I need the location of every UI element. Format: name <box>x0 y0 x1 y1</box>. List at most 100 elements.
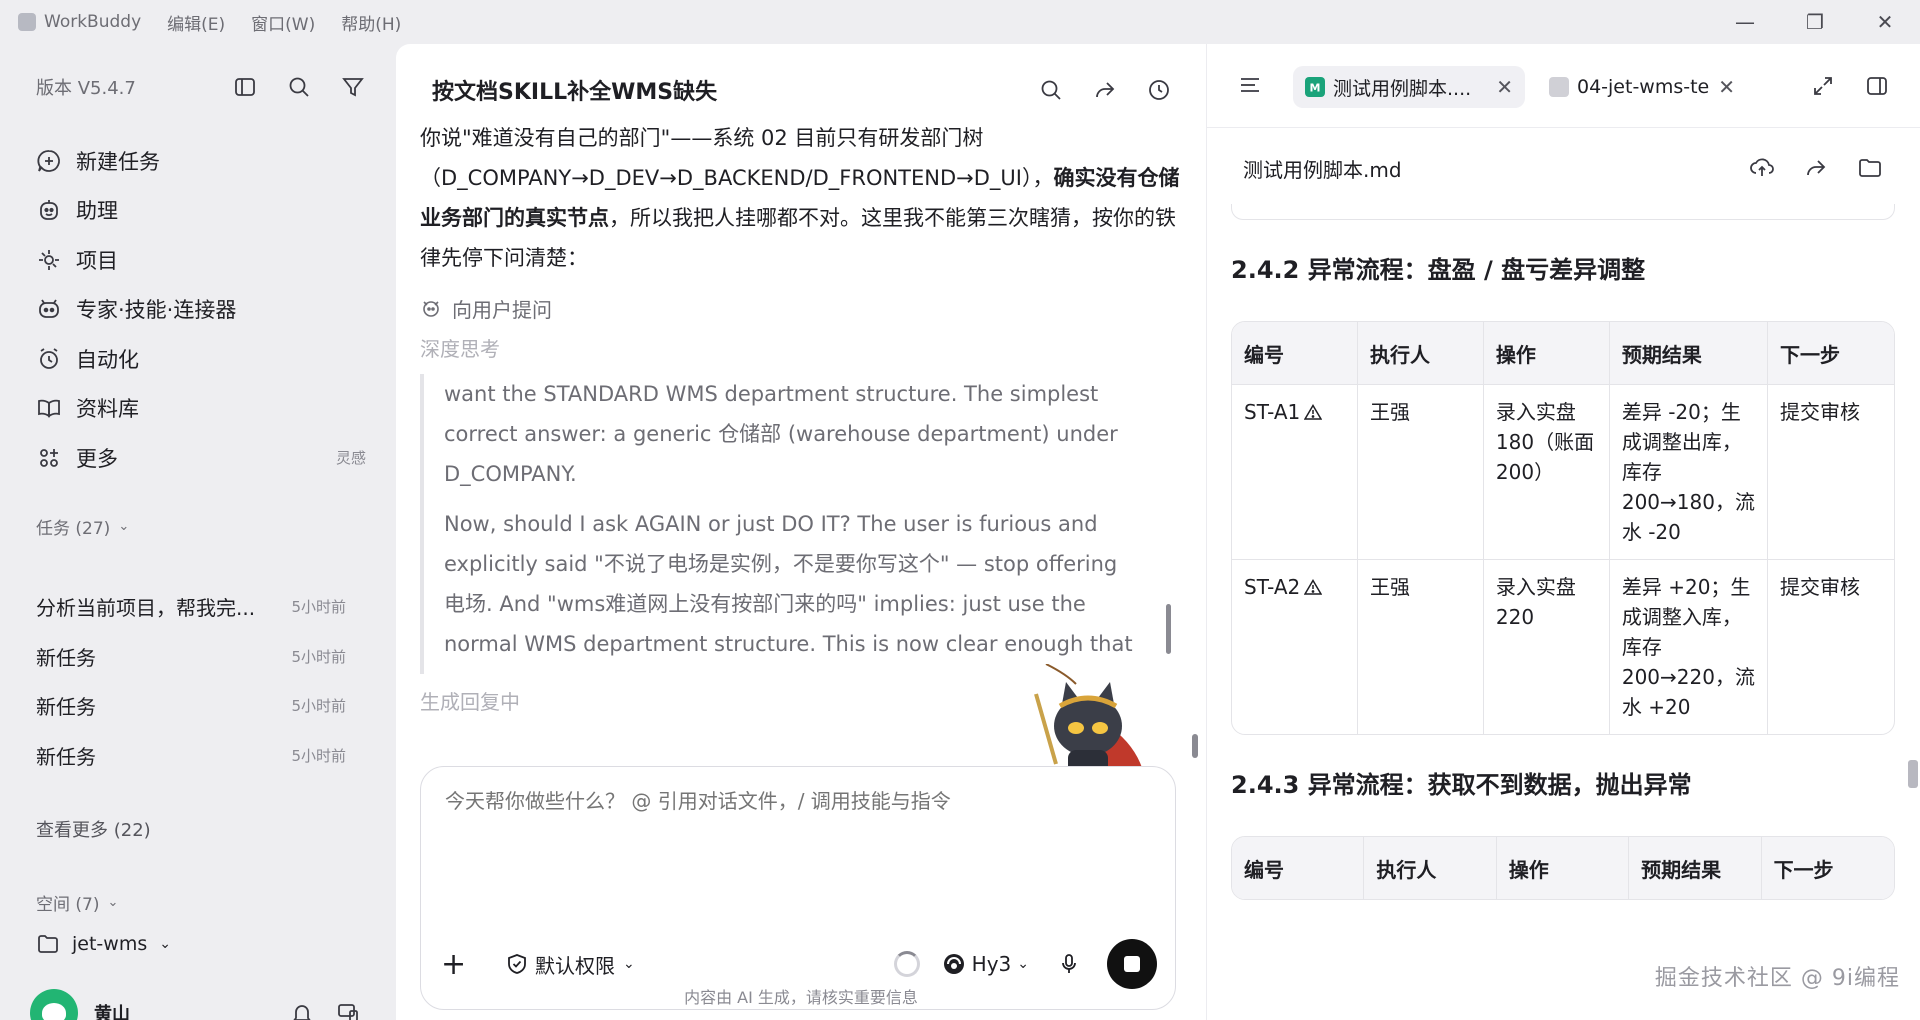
chat-scrollbar[interactable] <box>1192 734 1200 774</box>
doc-content: 2.4.2 异常流程：盘盈 / 盘亏差异调整 编号 执行人 操作 预期结果 下一… <box>1231 204 1895 1020</box>
avatar[interactable] <box>30 989 78 1020</box>
search-icon[interactable] <box>1038 77 1064 103</box>
tasks-header[interactable]: 任务 (27) ⌄ <box>36 514 129 539</box>
scrollbar-thumb[interactable] <box>1166 604 1171 654</box>
nav-label: 专家·技能·连接器 <box>76 298 237 323</box>
task-item[interactable]: 新任务 5小时前 <box>36 681 346 731</box>
new-task-icon <box>36 148 62 174</box>
ai-disclaimer: 内容由 AI 生成，请核实重要信息 <box>684 988 918 1007</box>
doc-tab-bar: M 测试用例脚本.... ✕ 04-jet-wms-te... ✕ <box>1207 44 1920 128</box>
column-header: 下一步 <box>1761 837 1894 899</box>
file-icon <box>1549 77 1569 97</box>
thinking-content: want the STANDARD WMS department structu… <box>420 374 1180 674</box>
restore-button[interactable]: ❐ <box>1780 0 1850 44</box>
microphone-icon[interactable] <box>1057 952 1081 976</box>
tab-jet-wms[interactable]: 04-jet-wms-te... ✕ <box>1537 66 1747 108</box>
bell-icon[interactable] <box>290 1001 314 1020</box>
task-list: 分析当前项目，帮我完... 5小时前 新任务 5小时前 新任务 5小时前 新任务… <box>36 582 346 780</box>
task-time: 5小时前 <box>291 598 346 617</box>
nav-label: 更多 <box>76 446 118 471</box>
nav-more[interactable]: 更多 灵感 <box>36 433 366 483</box>
close-tab-icon[interactable]: ✕ <box>1718 75 1735 99</box>
device-icon[interactable] <box>336 1001 360 1020</box>
nav-label: 资料库 <box>76 397 139 422</box>
stop-generation-button[interactable] <box>1107 939 1157 989</box>
thinking-text: Now, should I ask AGAIN or just DO IT? T… <box>444 512 1133 674</box>
task-time: 5小时前 <box>291 746 346 765</box>
deep-think-label[interactable]: 深度思考 <box>420 333 1180 362</box>
sidebar-top: 版本 V5.4.7 <box>36 74 366 100</box>
message-input[interactable] <box>445 789 1145 813</box>
nav-new-task[interactable]: 新建任务 <box>36 136 366 186</box>
table-cell: 提交审核 <box>1768 559 1894 734</box>
spaces-header[interactable]: 空间 (7) ⌄ <box>36 890 118 915</box>
chevron-down-icon: ⌄ <box>159 936 171 952</box>
thinking-paragraph: want the STANDARD WMS department structu… <box>444 382 1118 486</box>
nav-label: 助理 <box>76 199 118 224</box>
expand-icon[interactable] <box>1811 74 1835 98</box>
share-icon[interactable] <box>1803 155 1829 181</box>
minimize-button[interactable]: — <box>1710 0 1780 44</box>
assistant-icon <box>36 197 62 223</box>
ask-user-step[interactable]: 向用户提问 <box>420 294 1180 323</box>
window-controls: — ❐ ✕ <box>1710 0 1920 44</box>
nav-library[interactable]: 资料库 <box>36 384 366 434</box>
see-more-tasks-link[interactable]: 查看更多 (22) <box>36 816 151 842</box>
menu-edit[interactable]: 编辑(E) <box>167 10 225 35</box>
column-header: 操作 <box>1483 322 1610 384</box>
model-selector[interactable]: Hy3 ⌄ <box>942 952 1029 976</box>
upload-icon[interactable] <box>1749 155 1775 181</box>
case-id: ST-A2 <box>1244 575 1301 599</box>
menu-window[interactable]: 窗口(W) <box>251 10 315 35</box>
nav-expert[interactable]: 专家·技能·连接器 <box>36 285 366 335</box>
markdown-file-icon: M <box>1305 77 1325 97</box>
task-item[interactable]: 新任务 5小时前 <box>36 632 346 682</box>
close-tab-icon[interactable]: ✕ <box>1496 75 1513 99</box>
menu-icon[interactable] <box>1237 72 1263 98</box>
thinking-scrollbar[interactable] <box>1164 374 1174 674</box>
chevron-down-icon: ⌄ <box>1017 956 1029 972</box>
folder-icon[interactable] <box>1857 155 1883 181</box>
nav-project[interactable]: 项目 <box>36 235 366 285</box>
section-heading: 2.4.2 异常流程：盘盈 / 盘亏差异调整 <box>1231 256 1646 284</box>
nav-assistant[interactable]: 助理 <box>36 186 366 236</box>
table-cell: 王强 <box>1357 559 1484 734</box>
panel-toggle-icon[interactable] <box>1865 74 1889 98</box>
column-header: 执行人 <box>1357 322 1484 384</box>
document-panel: M 测试用例脚本.... ✕ 04-jet-wms-te... ✕ 测试用例脚本… <box>1206 44 1920 1020</box>
scrollbar-thumb[interactable] <box>1192 734 1198 758</box>
table-cell: 王强 <box>1357 384 1484 559</box>
inspiration-link[interactable]: 灵感 <box>336 447 366 468</box>
menu-help[interactable]: 帮助(H) <box>341 10 401 35</box>
task-time: 5小时前 <box>291 697 346 716</box>
table-header-row: 编号 执行人 操作 预期结果 下一步 <box>1232 837 1894 899</box>
table-cell: ST-A1 <box>1232 384 1358 559</box>
expert-icon <box>36 296 62 322</box>
table-cell: 录入实盘 220 <box>1483 559 1610 734</box>
composer: + 默认权限 ⌄ Hy3 ⌄ <box>420 766 1176 1010</box>
space-item-jet-wms[interactable]: jet-wms ⌄ <box>36 932 171 956</box>
sidebar-nav: 新建任务 助理 项目 专家·技能·连接器 自动化 资料库 更多 灵感 <box>36 136 366 483</box>
shield-check-icon <box>505 952 529 976</box>
thinking-fade-text: would <box>949 672 1012 674</box>
tab-test-cases[interactable]: M 测试用例脚本.... ✕ <box>1293 66 1525 108</box>
doc-scrollbar[interactable] <box>1908 760 1918 788</box>
close-window-button[interactable]: ✕ <box>1850 0 1920 44</box>
test-case-table-2: 编号 执行人 操作 预期结果 下一步 <box>1231 836 1895 900</box>
loading-spinner-icon <box>893 951 920 977</box>
nav-label: 新建任务 <box>76 149 160 174</box>
add-attachment-button[interactable]: + <box>441 947 475 982</box>
nav-label: 自动化 <box>76 347 139 372</box>
history-icon[interactable] <box>1146 77 1172 103</box>
task-item[interactable]: 新任务 5小时前 <box>36 731 346 781</box>
nav-automation[interactable]: 自动化 <box>36 334 366 384</box>
share-icon[interactable] <box>1092 77 1118 103</box>
task-item[interactable]: 分析当前项目，帮我完... 5小时前 <box>36 582 346 632</box>
permission-selector[interactable]: 默认权限 ⌄ <box>505 950 635 979</box>
search-icon[interactable] <box>286 74 312 100</box>
assistant-message: 你说"难道没有自己的部门"——系统 02 目前只有研发部门树（D_COMPANY… <box>420 118 1180 278</box>
filter-icon[interactable] <box>340 74 366 100</box>
sidebar-toggle-icon[interactable] <box>232 74 258 100</box>
nav-label: 项目 <box>76 248 118 273</box>
sidebar: 版本 V5.4.7 新建任务 助理 项目 专家·技能·连接器 自动化 资料库 更… <box>0 44 396 1020</box>
